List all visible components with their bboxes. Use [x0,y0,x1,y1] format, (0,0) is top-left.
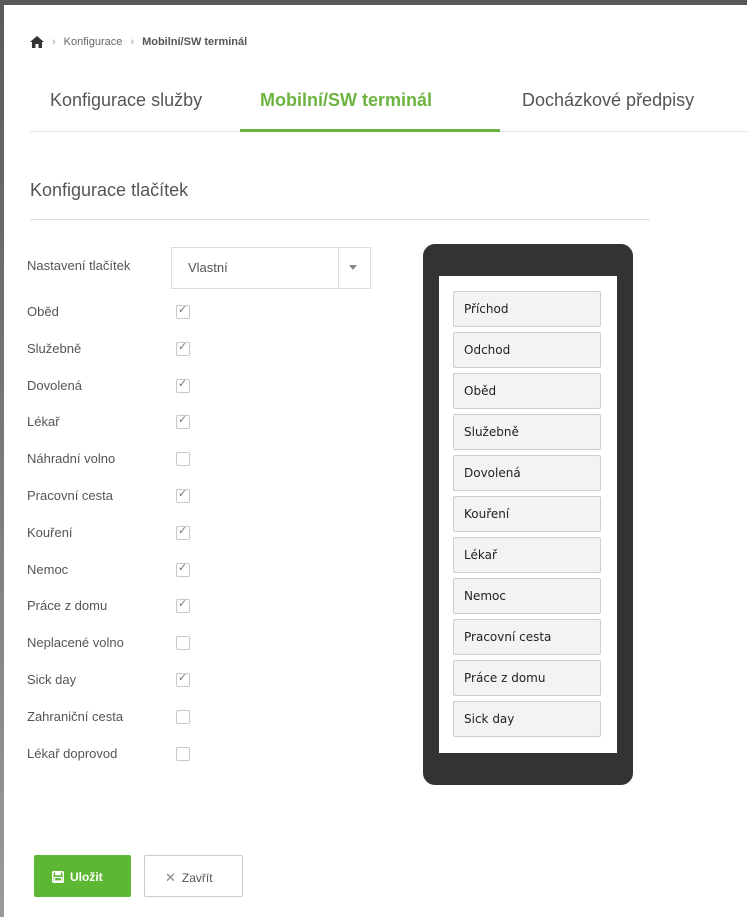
tab-bar: Konfigurace služby Mobilní/SW terminál D… [30,88,747,132]
phone-preview-button-label: Práce z domu [464,671,546,685]
option-checkbox[interactable]: ✓ [176,488,190,503]
option-label: Dovolená [27,378,82,393]
check-icon: ✓ [178,525,188,537]
tab-mobilni-sw-terminal[interactable]: Mobilní/SW terminál [260,88,432,131]
phone-preview-button: Lékař [453,537,601,573]
close-icon: ✕ [165,870,176,885]
phone-preview-button-label: Služebně [464,425,519,439]
option-label: Kouření [27,525,73,540]
option-checkbox[interactable]: ✓ [176,378,190,393]
window-left-edge [0,0,4,917]
option-label: Nemoc [27,562,69,577]
check-icon: ✓ [178,414,188,426]
option-label: Pracovní cesta [27,488,113,503]
phone-preview-button: Pracovní cesta [453,619,601,655]
option-checkbox[interactable] [176,710,190,724]
chevron-right-icon: › [52,36,56,48]
phone-preview-button: Oběd [453,373,601,409]
button-settings-select[interactable]: Vlastní [171,247,371,289]
check-icon: ✓ [178,672,188,684]
phone-preview-button-label: Lékař [464,548,497,562]
breadcrumb: › Konfigurace › Mobilní/SW terminál [30,36,247,48]
option-checkbox[interactable]: ✓ [176,525,190,540]
option-checkbox[interactable]: ✓ [176,672,190,687]
option-label: Lékař [27,414,60,429]
floppy-icon [52,871,64,883]
check-icon: ✓ [178,378,188,390]
check-icon: ✓ [178,304,188,316]
section-divider [30,219,650,220]
chevron-right-icon: › [130,36,135,48]
select-divider [338,248,339,288]
section-title: Konfigurace tlačítek [30,180,189,200]
phone-preview-button-label: Oběd [464,384,497,398]
option-label: Sick day [27,672,77,687]
option-checkbox[interactable] [176,636,190,650]
phone-preview-button: Odchod [453,332,601,368]
phone-preview-button-label: Sick day [464,712,515,726]
phone-preview-button-label: Nemoc [464,589,506,603]
tab-dochazkove-predpisy[interactable]: Docházkové předpisy [522,88,694,131]
option-label: Zahraniční cesta [27,709,124,724]
window-top-edge [0,0,747,5]
option-checkbox[interactable]: ✓ [176,414,190,429]
phone-preview-button-label: Kouření [464,507,510,521]
check-icon: ✓ [178,562,188,574]
option-label: Lékař doprovod [27,746,118,761]
phone-preview-button: Dovolená [453,455,601,491]
option-label: Náhradní volno [27,451,116,466]
save-button[interactable]: Uložit [34,855,131,897]
option-checkbox[interactable]: ✓ [176,304,190,319]
option-label: Služebně [27,341,82,356]
caret-down-icon [349,265,357,270]
active-tab-indicator [240,129,500,132]
phone-preview-button: Sick day [453,701,601,737]
phone-preview-button-label: Příchod [464,302,509,316]
option-checkbox[interactable] [176,452,190,466]
check-icon: ✓ [178,598,188,610]
select-value: Vlastní [188,260,228,275]
home-icon[interactable] [30,36,44,48]
phone-preview-button: Nemoc [453,578,601,614]
phone-preview-button: Příchod [453,291,601,327]
option-checkbox[interactable]: ✓ [176,562,190,577]
phone-preview-button-label: Pracovní cesta [464,630,552,644]
phone-preview-button: Práce z domu [453,660,601,696]
check-icon: ✓ [178,488,188,500]
save-button-label: Uložit [70,870,103,884]
option-checkbox[interactable]: ✓ [176,598,190,613]
tab-konfigurace-sluzby[interactable]: Konfigurace služby [50,88,202,131]
breadcrumb-item-konfigurace[interactable]: Konfigurace [64,36,123,48]
phone-preview-button: Služebně [453,414,601,450]
close-button[interactable]: ✕ Zavřít [144,855,243,897]
breadcrumb-item-current: Mobilní/SW terminál [142,36,248,48]
check-icon: ✓ [178,341,188,353]
phone-preview-button-label: Odchod [464,343,511,357]
option-checkbox[interactable] [176,747,190,761]
settings-label: Nastavení tlačítek [27,258,131,273]
close-button-label: Zavřít [181,871,213,885]
option-label: Neplacené volno [27,635,124,650]
phone-preview-button: Kouření [453,496,601,532]
option-label: Oběd [27,304,59,319]
option-label: Práce z domu [27,598,108,613]
phone-preview-button-label: Dovolená [464,466,521,480]
option-checkbox[interactable]: ✓ [176,341,190,356]
